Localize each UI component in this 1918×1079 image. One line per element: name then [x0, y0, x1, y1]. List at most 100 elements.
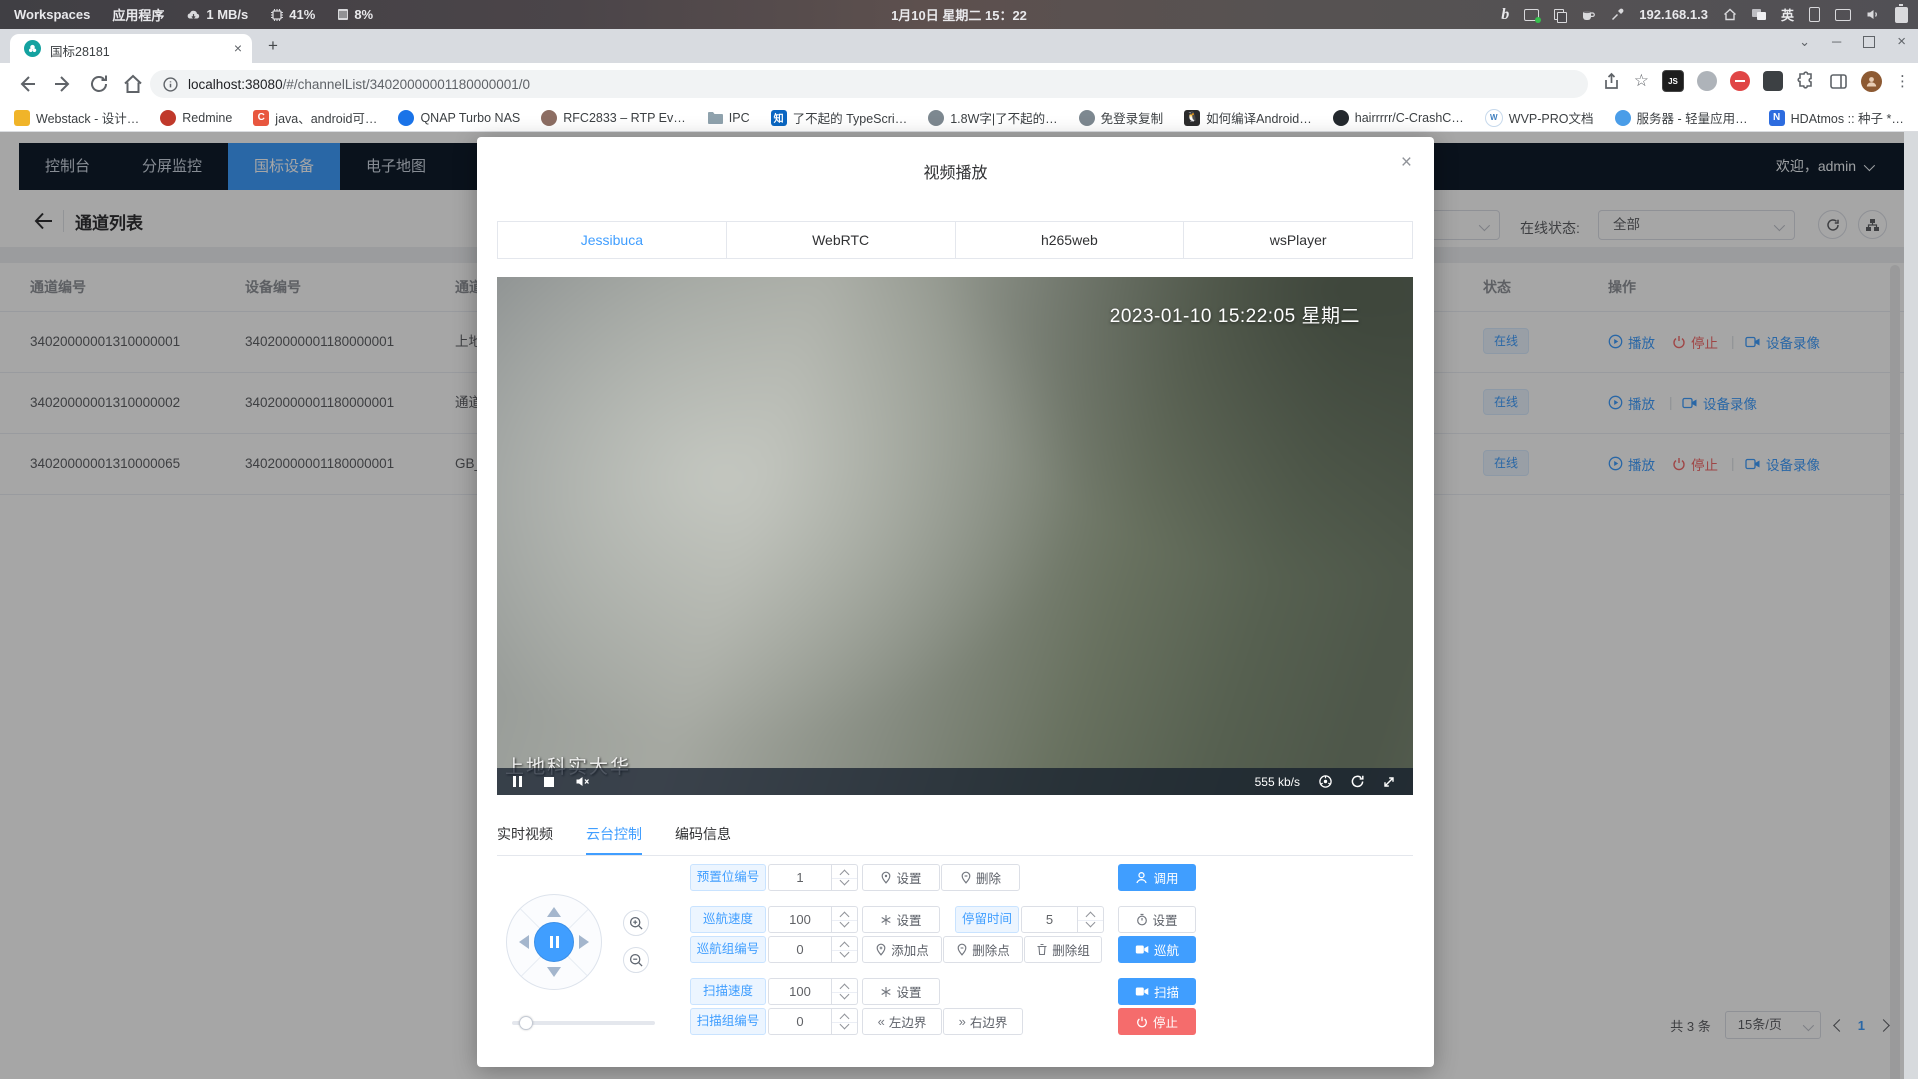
stay-time-input[interactable]: 5 — [1021, 906, 1078, 933]
back-button[interactable] — [16, 73, 38, 95]
scan-speed-stepper[interactable] — [832, 978, 858, 1005]
browser-menu-icon[interactable]: ⋮ — [1895, 72, 1910, 90]
video-player[interactable]: 2023-01-10 15:22:05 星期二 上地科实大华 555 kb/s — [497, 277, 1413, 795]
bing-tray-icon[interactable]: b — [1501, 6, 1509, 24]
address-bar[interactable]: localhost:38080/#/channelList/3402000000… — [150, 70, 1588, 98]
bookmark-item[interactable]: 服务器 - 轻量应用… — [1615, 108, 1748, 127]
input-method-indicator[interactable]: 英 — [1781, 5, 1794, 24]
cruise-speed-stepper[interactable] — [832, 906, 858, 933]
browser-tab[interactable]: 国标28181 × — [10, 34, 252, 63]
zoom-in-button[interactable] — [623, 910, 649, 936]
cruise-speed-input[interactable]: 100 — [768, 906, 832, 933]
new-tab-button[interactable]: + — [268, 37, 278, 54]
tab-ptz-control[interactable]: 云台控制 — [586, 815, 642, 855]
ptz-up-icon[interactable] — [547, 907, 561, 917]
stop-icon[interactable] — [544, 777, 554, 787]
window-minimize-button[interactable]: ─ — [1832, 34, 1841, 49]
scan-group-stepper[interactable] — [832, 1008, 858, 1035]
home-tray-icon[interactable] — [1723, 8, 1737, 21]
phone-link-icon[interactable] — [1809, 7, 1820, 22]
window-maximize-button[interactable] — [1863, 36, 1875, 48]
profile-avatar[interactable] — [1861, 71, 1882, 92]
extensions-puzzle-icon[interactable] — [1796, 71, 1816, 91]
reload-button[interactable] — [88, 73, 110, 95]
pause-icon[interactable] — [513, 776, 522, 787]
scan-group-input[interactable]: 0 — [768, 1008, 832, 1035]
tab-jessibuca[interactable]: Jessibuca — [498, 222, 726, 258]
ptz-stop-button[interactable] — [534, 922, 574, 962]
preset-call-button[interactable]: 调用 — [1118, 864, 1196, 891]
tab-live-video[interactable]: 实时视频 — [497, 815, 553, 855]
bookmark-item[interactable]: NHDAtmos :: 种子 *… — [1769, 108, 1904, 127]
bookmark-item[interactable]: 1.8W字|了不起的… — [928, 108, 1057, 127]
scan-button[interactable]: 扫描 — [1118, 978, 1196, 1005]
left-boundary-button[interactable]: «左边界 — [862, 1008, 942, 1035]
cruise-group-input[interactable]: 0 — [768, 936, 832, 963]
cruise-group-stepper[interactable] — [832, 936, 858, 963]
side-panel-icon[interactable] — [1829, 72, 1848, 91]
tab-webrtc[interactable]: WebRTC — [726, 222, 955, 258]
delete-point-button[interactable]: 删除点 — [943, 936, 1023, 963]
bookmark-item[interactable]: hairrrrr/C-CrashC… — [1333, 110, 1464, 126]
extension-icon[interactable] — [1697, 71, 1717, 91]
tab-wsplayer[interactable]: wsPlayer — [1183, 222, 1412, 258]
share-icon[interactable] — [1602, 72, 1621, 91]
zoom-out-button[interactable] — [623, 947, 649, 973]
window-close-button[interactable]: × — [1897, 33, 1906, 50]
bookmark-item[interactable]: RFC2833 – RTP Ev… — [541, 110, 686, 126]
ptz-left-icon[interactable] — [519, 935, 529, 949]
cruise-speed-set-button[interactable]: 设置 — [862, 906, 940, 933]
delete-group-button[interactable]: 删除组 — [1024, 936, 1102, 963]
site-info-icon[interactable] — [163, 77, 178, 92]
tab-h265web[interactable]: h265web — [955, 222, 1184, 258]
bookmark-item[interactable]: 知了不起的 TypeScri… — [771, 108, 908, 127]
bookmark-item[interactable]: QNAP Turbo NAS — [398, 110, 520, 126]
bookmark-item[interactable]: WWVP-PRO文档 — [1485, 108, 1594, 127]
stay-time-stepper[interactable] — [1078, 906, 1104, 933]
json-viewer-extension-icon[interactable]: JS — [1662, 70, 1684, 92]
adblock-extension-icon[interactable] — [1730, 71, 1750, 91]
preset-number-input[interactable]: 1 — [768, 864, 832, 891]
slider-track[interactable] — [512, 1021, 655, 1025]
preset-delete-button[interactable]: 删除 — [941, 864, 1020, 891]
app-indicator-icon[interactable] — [1524, 9, 1539, 21]
ublock-extension-icon[interactable] — [1763, 71, 1783, 91]
fullscreen-icon[interactable] — [1382, 775, 1396, 789]
home-button[interactable] — [122, 73, 144, 95]
cruise-button[interactable]: 巡航 — [1118, 936, 1196, 963]
preset-number-stepper[interactable] — [832, 864, 858, 891]
bookmark-item[interactable]: 免登录复制 — [1079, 108, 1164, 127]
bookmark-item[interactable]: Redmine — [160, 110, 232, 126]
preset-set-button[interactable]: 设置 — [862, 864, 940, 891]
add-point-button[interactable]: 添加点 — [862, 936, 942, 963]
settings-icon[interactable] — [1318, 774, 1333, 789]
stay-time-set-button[interactable]: 设置 — [1118, 906, 1196, 933]
ptz-right-icon[interactable] — [579, 935, 589, 949]
right-boundary-button[interactable]: »右边界 — [943, 1008, 1023, 1035]
dialog-close-icon[interactable]: × — [1401, 153, 1412, 172]
scan-speed-input[interactable]: 100 — [768, 978, 832, 1005]
color-picker-icon[interactable] — [1611, 8, 1624, 21]
scan-speed-set-button[interactable]: 设置 — [862, 978, 940, 1005]
caffeine-icon[interactable] — [1581, 8, 1596, 21]
clipboard-indicator-icon[interactable] — [1554, 9, 1566, 21]
volume-icon[interactable] — [1866, 8, 1880, 21]
tab-encoding-info[interactable]: 编码信息 — [675, 815, 731, 855]
muted-speaker-icon[interactable] — [575, 775, 590, 788]
ptz-direction-pad[interactable] — [506, 894, 602, 990]
slider-handle[interactable] — [519, 1016, 533, 1030]
browser-scrollbar-gutter[interactable] — [1904, 132, 1918, 1079]
ptz-stop-action-button[interactable]: 停止 — [1118, 1008, 1196, 1035]
ptz-speed-slider[interactable] — [512, 1016, 655, 1030]
tab-search-caret-icon[interactable]: ⌄ — [1799, 34, 1810, 50]
bookmark-star-icon[interactable]: ☆ — [1634, 71, 1649, 91]
display-icon[interactable] — [1835, 9, 1851, 21]
window-switcher-icon[interactable] — [1752, 9, 1766, 20]
tab-close-icon[interactable]: × — [234, 40, 242, 56]
bookmark-item[interactable]: Cjava、android可… — [253, 108, 377, 127]
battery-icon[interactable] — [1895, 7, 1908, 23]
bookmark-folder[interactable]: IPC — [707, 111, 750, 125]
bookmark-item[interactable]: Webstack - 设计… — [14, 108, 139, 127]
refresh-icon[interactable] — [1350, 774, 1365, 789]
clock[interactable]: 1月10日 星期二 15：22 — [891, 5, 1027, 24]
